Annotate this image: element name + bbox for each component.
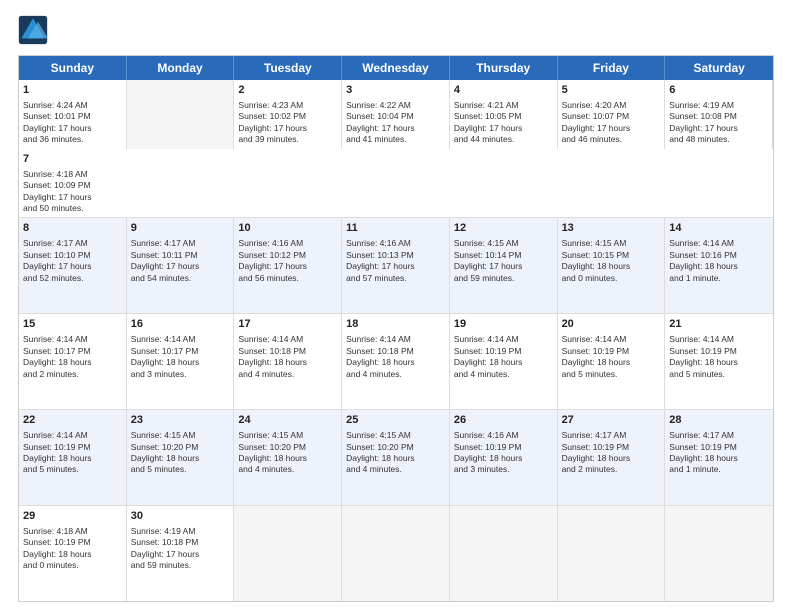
header [18,15,774,45]
calendar-header: SundayMondayTuesdayWednesdayThursdayFrid… [19,56,773,80]
table-row: 17Sunrise: 4:14 AMSunset: 10:18 PMDaylig… [234,314,342,409]
table-row: 7Sunrise: 4:18 AMSunset: 10:09 PMDayligh… [19,149,127,218]
table-row: 10Sunrise: 4:16 AMSunset: 10:12 PMDaylig… [234,218,342,313]
weekday-header-sunday: Sunday [19,56,127,80]
table-row: 20Sunrise: 4:14 AMSunset: 10:19 PMDaylig… [558,314,666,409]
weekday-header-wednesday: Wednesday [342,56,450,80]
table-row: 6Sunrise: 4:19 AMSunset: 10:08 PMDayligh… [665,80,773,149]
table-row: 16Sunrise: 4:14 AMSunset: 10:17 PMDaylig… [127,314,235,409]
weekday-header-tuesday: Tuesday [234,56,342,80]
table-row: 21Sunrise: 4:14 AMSunset: 10:19 PMDaylig… [665,314,773,409]
table-row [558,506,666,601]
table-row: 3Sunrise: 4:22 AMSunset: 10:04 PMDayligh… [342,80,450,149]
table-row: 8Sunrise: 4:17 AMSunset: 10:10 PMDayligh… [19,218,127,313]
table-row: 22Sunrise: 4:14 AMSunset: 10:19 PMDaylig… [19,410,127,505]
table-row [665,506,773,601]
table-row: 23Sunrise: 4:15 AMSunset: 10:20 PMDaylig… [127,410,235,505]
table-row [127,80,235,149]
table-row: 18Sunrise: 4:14 AMSunset: 10:18 PMDaylig… [342,314,450,409]
table-row: 12Sunrise: 4:15 AMSunset: 10:14 PMDaylig… [450,218,558,313]
table-row [234,506,342,601]
cal-cell-1: 1Sunrise: 4:24 AMSunset: 10:01 PMDayligh… [19,80,127,149]
calendar-body: 1Sunrise: 4:24 AMSunset: 10:01 PMDayligh… [19,80,773,601]
weekday-header-monday: Monday [127,56,235,80]
logo [18,15,52,45]
table-row: 15Sunrise: 4:14 AMSunset: 10:17 PMDaylig… [19,314,127,409]
weekday-header-thursday: Thursday [450,56,558,80]
table-row [342,506,450,601]
table-row: 13Sunrise: 4:15 AMSunset: 10:15 PMDaylig… [558,218,666,313]
table-row: 24Sunrise: 4:15 AMSunset: 10:20 PMDaylig… [234,410,342,505]
table-row: 27Sunrise: 4:17 AMSunset: 10:19 PMDaylig… [558,410,666,505]
table-row: 14Sunrise: 4:14 AMSunset: 10:16 PMDaylig… [665,218,773,313]
table-row: 11Sunrise: 4:16 AMSunset: 10:13 PMDaylig… [342,218,450,313]
calendar-row-0: 1Sunrise: 4:24 AMSunset: 10:01 PMDayligh… [19,80,773,217]
calendar-row-1: 8Sunrise: 4:17 AMSunset: 10:10 PMDayligh… [19,217,773,313]
logo-icon [18,15,48,45]
table-row: 5Sunrise: 4:20 AMSunset: 10:07 PMDayligh… [558,80,666,149]
calendar-row-3: 22Sunrise: 4:14 AMSunset: 10:19 PMDaylig… [19,409,773,505]
calendar: SundayMondayTuesdayWednesdayThursdayFrid… [18,55,774,602]
calendar-row-2: 15Sunrise: 4:14 AMSunset: 10:17 PMDaylig… [19,313,773,409]
table-row: 28Sunrise: 4:17 AMSunset: 10:19 PMDaylig… [665,410,773,505]
weekday-header-friday: Friday [558,56,666,80]
table-row: 4Sunrise: 4:21 AMSunset: 10:05 PMDayligh… [450,80,558,149]
table-row: 29Sunrise: 4:18 AMSunset: 10:19 PMDaylig… [19,506,127,601]
table-row: 2Sunrise: 4:23 AMSunset: 10:02 PMDayligh… [234,80,342,149]
table-row: 30Sunrise: 4:19 AMSunset: 10:18 PMDaylig… [127,506,235,601]
table-row [450,506,558,601]
table-row: 9Sunrise: 4:17 AMSunset: 10:11 PMDayligh… [127,218,235,313]
page: SundayMondayTuesdayWednesdayThursdayFrid… [0,0,792,612]
table-row: 26Sunrise: 4:16 AMSunset: 10:19 PMDaylig… [450,410,558,505]
table-row: 19Sunrise: 4:14 AMSunset: 10:19 PMDaylig… [450,314,558,409]
calendar-row-4: 29Sunrise: 4:18 AMSunset: 10:19 PMDaylig… [19,505,773,601]
weekday-header-saturday: Saturday [665,56,773,80]
table-row: 25Sunrise: 4:15 AMSunset: 10:20 PMDaylig… [342,410,450,505]
